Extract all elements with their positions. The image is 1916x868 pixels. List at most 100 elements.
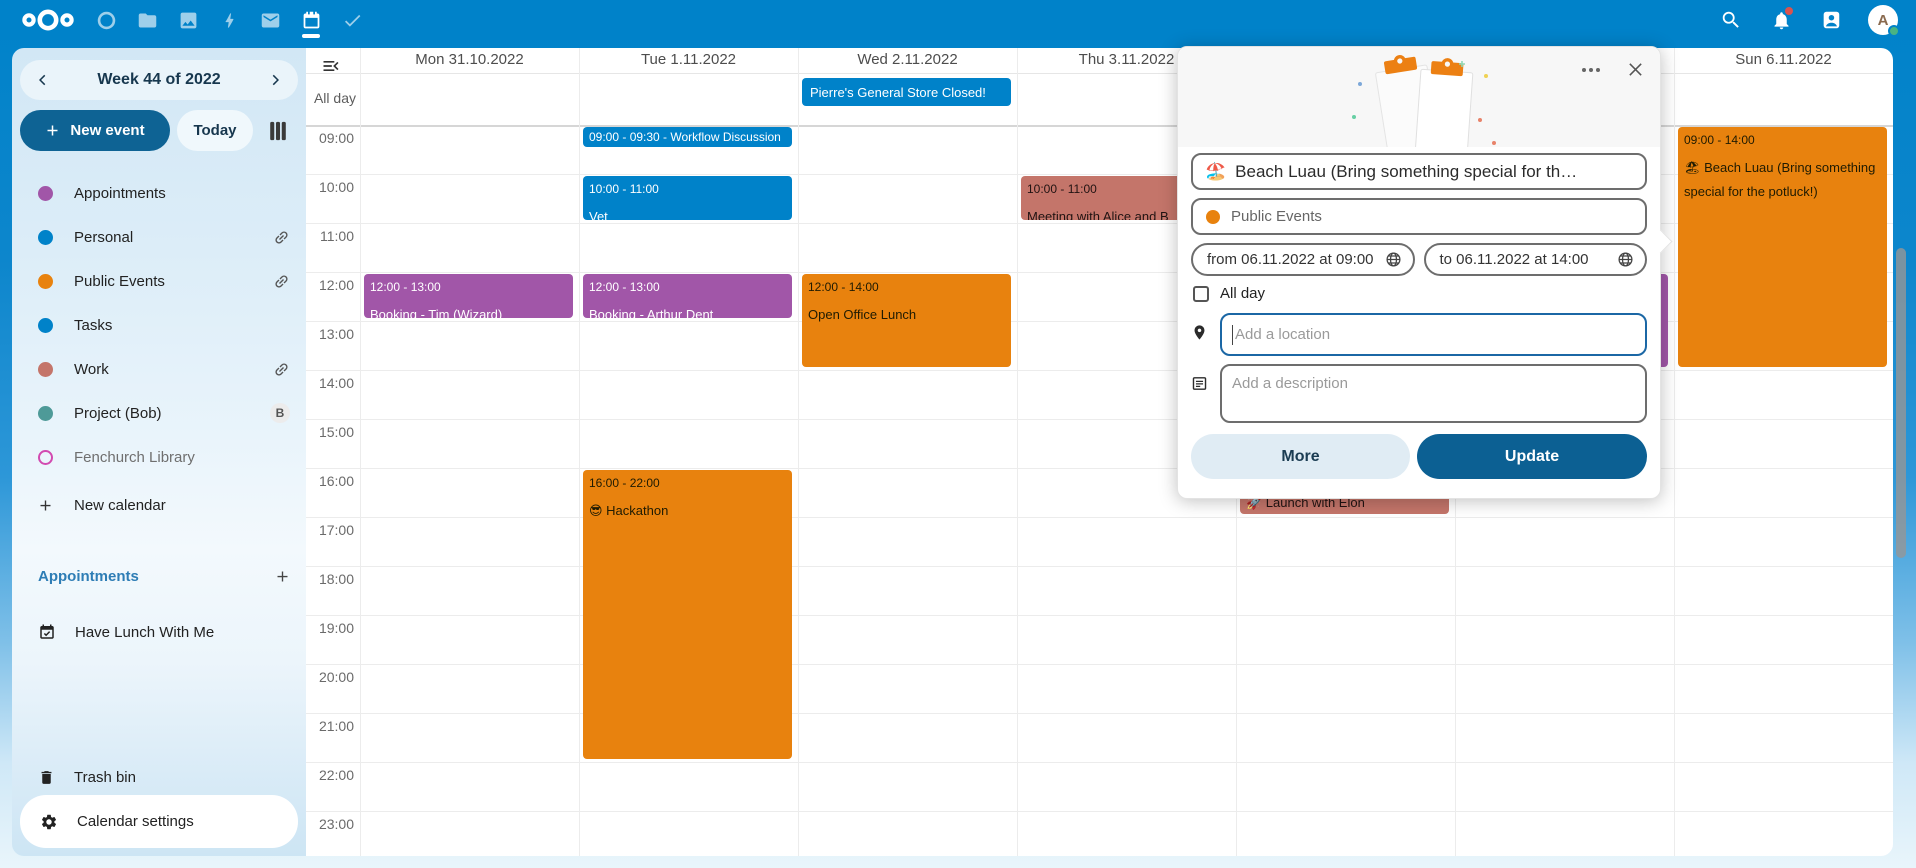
start-date-input[interactable]: from 06.11.2022 at 09:00: [1191, 243, 1415, 276]
week-label: Week 44 of 2022: [97, 71, 220, 89]
appointment-item[interactable]: Have Lunch With Me: [38, 614, 290, 650]
shared-link-icon[interactable]: [269, 269, 293, 293]
calendar-name-label: Appointments: [74, 185, 166, 202]
next-week-button[interactable]: [268, 73, 282, 87]
update-button[interactable]: Update: [1417, 434, 1647, 479]
shared-link-icon[interactable]: [269, 357, 293, 381]
description-placeholder: Add a description: [1232, 375, 1348, 392]
more-button[interactable]: More: [1191, 434, 1410, 479]
calendar-event[interactable]: 16:00 - 22:00😎 Hackathon: [583, 470, 792, 759]
trash-bin-item[interactable]: Trash bin: [38, 759, 290, 795]
calendar-list-item[interactable]: Work: [12, 347, 306, 391]
tasks-icon[interactable]: [340, 0, 364, 40]
location-placeholder: Add a location: [1235, 326, 1330, 343]
scrollbar-thumb[interactable]: [1896, 248, 1906, 558]
all-day-checkbox[interactable]: [1193, 286, 1209, 302]
event-time: 12:00 - 13:00: [589, 279, 786, 296]
dashboard-icon[interactable]: [94, 0, 118, 40]
grid-line: [1017, 48, 1018, 856]
calendar-event[interactable]: 10:00 - 11:00Vet: [583, 176, 792, 220]
view-columns-icon[interactable]: [266, 119, 290, 143]
grid-line: [306, 615, 1893, 616]
calendar-event[interactable]: 09:00 - 14:00🏖 Beach Luau (Bring somethi…: [1678, 127, 1887, 367]
calendar-list-item[interactable]: Tasks: [12, 303, 306, 347]
shared-link-icon[interactable]: [269, 225, 293, 249]
three-dot-menu-icon[interactable]: [1581, 67, 1601, 73]
today-button[interactable]: Today: [177, 110, 253, 151]
sidebar-actions: New event Today: [20, 110, 298, 151]
calendar-event[interactable]: 09:00 - 09:30 - Workflow Discussion: [583, 127, 792, 147]
contacts-icon[interactable]: [1818, 7, 1844, 33]
calendar-name-label: Personal: [74, 229, 133, 246]
add-appointment-button[interactable]: [275, 569, 290, 584]
hour-label: 12:00: [306, 277, 354, 293]
mail-icon[interactable]: [258, 0, 282, 40]
calendar-event[interactable]: 12:00 - 13:00Booking - Tim (Wizard): [364, 274, 573, 318]
calendar-select[interactable]: Public Events: [1191, 198, 1647, 235]
grid-line: [306, 713, 1893, 714]
day-header[interactable]: Tue 1.11.2022: [579, 48, 798, 73]
trash-icon: [38, 769, 55, 786]
day-header[interactable]: Mon 31.10.2022: [360, 48, 579, 73]
globe-icon[interactable]: [1385, 251, 1402, 268]
calendar-list-item[interactable]: Fenchurch Library: [12, 435, 306, 479]
location-row: Add a location: [1191, 313, 1647, 356]
appointments-header-label: Appointments: [38, 568, 139, 585]
avatar[interactable]: A: [1868, 5, 1898, 35]
popup-actions: [1581, 61, 1644, 78]
app-navigation: [94, 0, 364, 40]
previous-week-button[interactable]: [36, 73, 50, 87]
nextcloud-logo[interactable]: [20, 7, 76, 33]
notifications-icon[interactable]: [1768, 7, 1794, 33]
calendar-color-dot: [38, 450, 53, 465]
event-title-text: Beach Luau (Bring something special for …: [1235, 162, 1577, 182]
clipboard-illustration: [1334, 53, 1504, 147]
hour-label: 21:00: [306, 718, 354, 734]
globe-icon[interactable]: [1617, 251, 1634, 268]
hour-label: 19:00: [306, 620, 354, 636]
grid-line: [306, 664, 1893, 665]
new-calendar-button[interactable]: New calendar: [12, 483, 306, 527]
activity-icon[interactable]: [217, 0, 241, 40]
description-icon: [1191, 375, 1208, 392]
appointments-section-header: Appointments: [38, 562, 290, 590]
calendar-list-item[interactable]: Public Events: [12, 259, 306, 303]
end-date-input[interactable]: to 06.11.2022 at 14:00: [1424, 243, 1648, 276]
new-event-button[interactable]: New event: [20, 110, 170, 151]
files-icon[interactable]: [135, 0, 159, 40]
description-row: Add a description: [1191, 364, 1647, 423]
event-title-input[interactable]: 🏖️ Beach Luau (Bring something special f…: [1191, 153, 1647, 190]
event-time: 16:00 - 22:00: [589, 475, 786, 492]
close-icon[interactable]: [1627, 61, 1644, 78]
start-date-value: from 06.11.2022 at 09:00: [1207, 251, 1374, 268]
calendar-list-item[interactable]: Project (Bob) B: [12, 391, 306, 435]
description-input[interactable]: Add a description: [1220, 364, 1647, 423]
location-input[interactable]: Add a location: [1220, 313, 1647, 356]
calendar-event[interactable]: 12:00 - 13:00Booking - Arthur Dent: [583, 274, 792, 318]
grid-line: [306, 811, 1893, 812]
calendar-icon[interactable]: [299, 0, 323, 40]
day-header[interactable]: Wed 2.11.2022: [798, 48, 1017, 73]
calendar-item-trailing: B: [270, 403, 290, 423]
search-icon[interactable]: [1718, 7, 1744, 33]
hour-label: 10:00: [306, 179, 354, 195]
calendar-event[interactable]: 12:00 - 14:00Open Office Lunch: [802, 274, 1011, 367]
calendar-settings-button[interactable]: Calendar settings: [20, 795, 298, 848]
calendar-list-item[interactable]: Appointments: [12, 171, 306, 215]
calendar-color-dot: [38, 318, 53, 333]
event-edit-popup: 🏖️ Beach Luau (Bring something special f…: [1177, 46, 1661, 499]
calendar-list-item[interactable]: Personal: [12, 215, 306, 259]
calendar-name-label: Project (Bob): [74, 405, 162, 422]
grid-line: [360, 48, 361, 856]
day-header[interactable]: Sun 6.11.2022: [1674, 48, 1893, 73]
calendar-select-value: Public Events: [1231, 208, 1322, 225]
calendar-sidebar: Week 44 of 2022 New event Today Appointm…: [12, 48, 306, 856]
calendar-color-dot: [38, 186, 53, 201]
all-day-toggle-row: All day: [1193, 285, 1647, 302]
event-title: Open Office Lunch: [808, 303, 1005, 327]
hour-label: 20:00: [306, 669, 354, 685]
calendar-event[interactable]: Pierre's General Store Closed!: [802, 78, 1011, 106]
photos-icon[interactable]: [176, 0, 200, 40]
new-calendar-label: New calendar: [74, 497, 166, 514]
event-time: 12:00 - 13:00: [370, 279, 567, 296]
